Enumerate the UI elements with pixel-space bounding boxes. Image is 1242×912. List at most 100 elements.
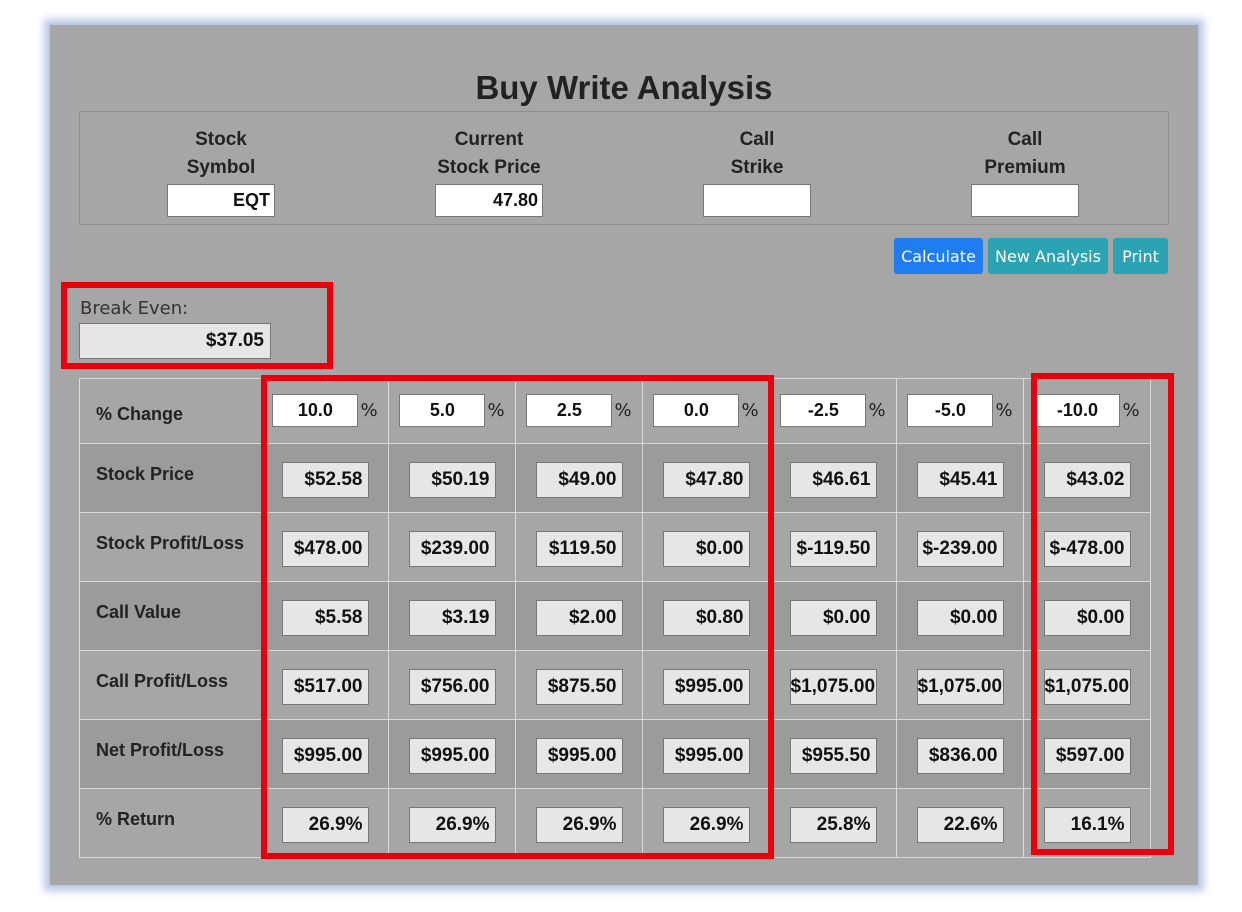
- pct-change-input[interactable]: -2.5: [780, 393, 867, 427]
- call-premium-input[interactable]: [971, 184, 1079, 217]
- net-profit-loss-value: $836.00: [916, 738, 1004, 774]
- net-profit-loss-cell: $597.00: [1023, 719, 1151, 789]
- stock-symbol-field: Stock Symbol: [121, 126, 321, 217]
- current-price-label-1: Current: [454, 129, 524, 150]
- call-value-cell: $2.00: [515, 581, 643, 651]
- pct-change-group: 5.0%: [399, 393, 505, 427]
- pct-change-input[interactable]: 0.0: [653, 393, 740, 427]
- pct-change-input[interactable]: 10.0: [272, 393, 359, 427]
- stock-profit-loss-label: Stock Profit/Loss: [79, 512, 262, 582]
- net-profit-loss-cell: $995.00: [388, 719, 516, 789]
- stock-profit-loss-cell: $478.00: [261, 512, 389, 582]
- call-profit-loss-row: Call Profit/Loss $517.00 $756.00 $875.50 $99…: [79, 650, 1151, 720]
- break-even-label: Break Even:: [80, 298, 189, 319]
- pct-change-group: 10.0%: [272, 393, 378, 427]
- net-profit-loss-row: Net Profit/Loss $995.00 $995.00 $995.00 $995…: [79, 719, 1151, 789]
- percent-symbol: %: [487, 399, 505, 421]
- stock-price-row: Stock Price $52.58 $50.19 $49.00 $47.80 $46.6…: [79, 443, 1151, 513]
- pct-return-cell: 26.9%: [642, 788, 770, 858]
- pct-change-group: -10.0%: [1034, 393, 1140, 427]
- call-value-label: Call Value: [79, 581, 262, 651]
- break-even-value: $37.05: [79, 323, 271, 359]
- pct-return-cell: 25.8%: [769, 788, 897, 858]
- stock-price-value: $47.80: [662, 462, 750, 498]
- stock-symbol-input[interactable]: [167, 184, 275, 217]
- pct-return-value: 26.9%: [281, 807, 369, 843]
- stock-price-label: Stock Price: [79, 443, 262, 513]
- stock-price-value: $50.19: [408, 462, 496, 498]
- calculate-button[interactable]: Calculate: [894, 238, 983, 274]
- pct-change-cell: -5.0%: [896, 378, 1024, 444]
- percent-symbol: %: [868, 399, 886, 421]
- call-profit-loss-cell: $875.50: [515, 650, 643, 720]
- call-profit-loss-value: $995.00: [662, 669, 750, 705]
- call-value-value: $0.80: [662, 600, 750, 636]
- pct-change-input[interactable]: -5.0: [907, 393, 994, 427]
- stock-symbol-label-2: Symbol: [186, 157, 256, 178]
- call-profit-loss-cell: $1,075.00: [769, 650, 897, 720]
- net-profit-loss-value: $995.00: [535, 738, 623, 774]
- pct-change-cell: -10.0%: [1023, 378, 1151, 444]
- call-profit-loss-cell: $1,075.00: [896, 650, 1024, 720]
- new-analysis-button[interactable]: New Analysis: [988, 238, 1108, 274]
- stock-price-value: $49.00: [535, 462, 623, 498]
- pct-return-label: % Return: [79, 788, 262, 858]
- call-value-cell: $3.19: [388, 581, 516, 651]
- pct-return-value: 26.9%: [662, 807, 750, 843]
- call-value-cell: $0.00: [896, 581, 1024, 651]
- call-premium-label-1: Call: [1007, 129, 1043, 150]
- call-value-cell: $0.00: [769, 581, 897, 651]
- call-value-value: $2.00: [535, 600, 623, 636]
- pct-change-cell: -2.5%: [769, 378, 897, 444]
- call-value-value: $0.00: [916, 600, 1004, 636]
- pct-return-cell: 26.9%: [388, 788, 516, 858]
- pct-change-input[interactable]: 5.0: [399, 393, 486, 427]
- call-premium-field: Call Premium: [925, 126, 1125, 217]
- stock-profit-loss-row: Stock Profit/Loss $478.00 $239.00 $119.50 $0…: [79, 512, 1151, 582]
- percent-symbol: %: [360, 399, 378, 421]
- pct-change-input[interactable]: -10.0: [1034, 393, 1121, 427]
- pct-return-value: 22.6%: [916, 807, 1004, 843]
- call-value-value: $0.00: [1043, 600, 1131, 636]
- stock-price-cell: $50.19: [388, 443, 516, 513]
- percent-symbol: %: [995, 399, 1013, 421]
- call-profit-loss-label: Call Profit/Loss: [79, 650, 262, 720]
- current-price-input[interactable]: [435, 184, 543, 217]
- call-profit-loss-cell: $756.00: [388, 650, 516, 720]
- net-profit-loss-cell: $995.00: [515, 719, 643, 789]
- stock-price-cell: $47.80: [642, 443, 770, 513]
- call-profit-loss-value: $1,075.00: [1043, 669, 1131, 705]
- scenario-table: % Change 10.0% 5.0% 2.5% 0.0% -2.5% -5.0% -10.0…: [79, 378, 1151, 858]
- call-premium-label-2: Premium: [984, 157, 1066, 178]
- stock-profit-loss-cell: $-478.00: [1023, 512, 1151, 582]
- print-button[interactable]: Print: [1113, 238, 1168, 274]
- stock-profit-loss-cell: $-239.00: [896, 512, 1024, 582]
- pct-return-value: 25.8%: [789, 807, 877, 843]
- net-profit-loss-value: $597.00: [1043, 738, 1131, 774]
- call-value-value: $5.58: [281, 600, 369, 636]
- stock-price-cell: $43.02: [1023, 443, 1151, 513]
- current-price-label-2: Stock Price: [437, 157, 541, 178]
- pct-return-cell: 26.9%: [515, 788, 643, 858]
- pct-return-row: % Return 26.9% 26.9% 26.9% 26.9% 25.8% 22.6% 16…: [79, 788, 1151, 858]
- net-profit-loss-value: $955.50: [789, 738, 877, 774]
- pct-change-cell: 2.5%: [515, 378, 643, 444]
- stock-price-value: $52.58: [281, 462, 369, 498]
- pct-change-row: % Change 10.0% 5.0% 2.5% 0.0% -2.5% -5.0% -10.0…: [79, 378, 1151, 444]
- analysis-panel: Buy Write Analysis Stock Symbol Current …: [50, 25, 1198, 885]
- call-profit-loss-value: $875.50: [535, 669, 623, 705]
- call-strike-label-2: Strike: [730, 157, 784, 178]
- call-profit-loss-value: $756.00: [408, 669, 496, 705]
- call-strike-input[interactable]: [703, 184, 811, 217]
- page-title: Buy Write Analysis: [475, 69, 773, 106]
- call-value-value: $3.19: [408, 600, 496, 636]
- call-strike-label-1: Call: [739, 129, 775, 150]
- stock-profit-loss-cell: $0.00: [642, 512, 770, 582]
- pct-change-input[interactable]: 2.5: [526, 393, 613, 427]
- stock-profit-loss-value: $-119.50: [789, 531, 877, 567]
- call-profit-loss-cell: $517.00: [261, 650, 389, 720]
- call-value-cell: $5.58: [261, 581, 389, 651]
- stock-price-value: $45.41: [916, 462, 1004, 498]
- percent-symbol: %: [614, 399, 632, 421]
- pct-return-value: 26.9%: [535, 807, 623, 843]
